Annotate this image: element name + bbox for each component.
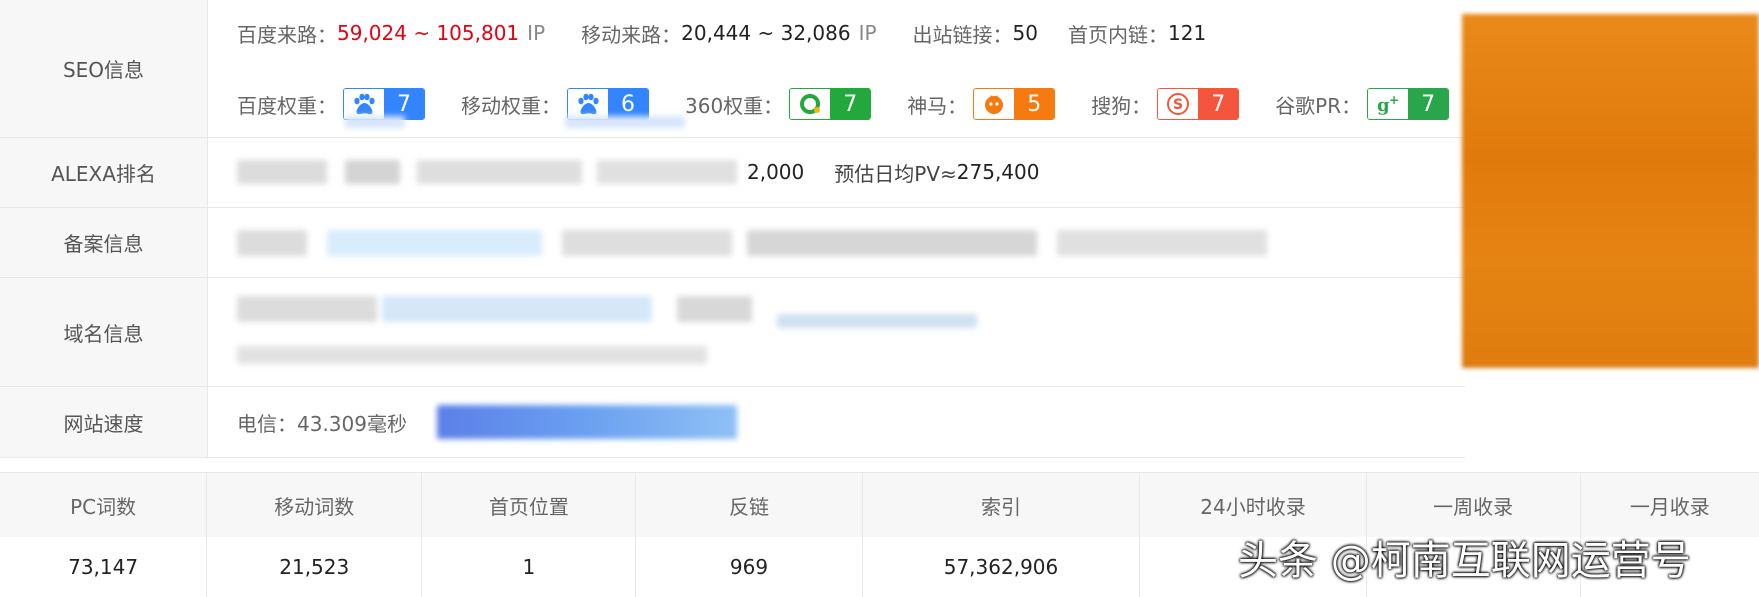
blurred-rank xyxy=(597,160,737,184)
site-thumbnail xyxy=(1462,14,1759,368)
stats-homepage-position: 1 xyxy=(422,537,637,597)
stats-header-index: 索引 xyxy=(863,473,1141,537)
blurred-link xyxy=(345,116,405,128)
stats-header-backlinks: 反链 xyxy=(636,473,863,537)
google-plus-icon: g + xyxy=(1368,89,1409,119)
google-pr-badge[interactable]: g + 7 xyxy=(1367,88,1450,120)
sogou-weight-label: 搜狗： xyxy=(1091,93,1152,118)
shenma-weight-badge[interactable]: 5 xyxy=(973,88,1056,120)
blurred-domain xyxy=(237,296,377,322)
alexa-line: 2,000 预估日均PV≈ 275,400 xyxy=(747,152,1079,192)
stats-mobile-words: 21,523 xyxy=(207,537,423,597)
outlinks-value: 50 xyxy=(1012,21,1038,45)
alexa-row: ALEXA排名 2,000 预估日均PV≈ 275,400 xyxy=(0,138,1465,208)
blurred-domain xyxy=(382,296,652,322)
homepage-links-label: 首页内链： xyxy=(1068,22,1168,47)
sogou-icon: S xyxy=(1158,89,1199,119)
svg-text:+: + xyxy=(1389,93,1399,107)
alexa-value: 2,000 xyxy=(747,160,805,184)
blurred-rank xyxy=(345,160,400,184)
mobile-traffic-value: 20,444 ~ 32,086 xyxy=(681,21,851,45)
baidu-traffic-label: 百度来路： xyxy=(237,22,337,47)
seo-label: SEO信息 xyxy=(0,0,208,137)
seo-traffic-line: 百度来路： 59,024 ~ 105,801 IP 移动来路： 20,444 ~… xyxy=(237,13,1246,53)
blurred-rank xyxy=(237,160,327,184)
360-weight-label: 360权重： xyxy=(685,93,784,118)
mobile-weight-value: 6 xyxy=(608,89,648,119)
mobile-weight-label: 移动权重： xyxy=(461,93,561,118)
shenma-icon xyxy=(974,89,1015,119)
blurred-icp xyxy=(747,230,1037,256)
stats-header-mobile-words: 移动词数 xyxy=(207,473,423,537)
seo-row: SEO信息 百度来路： 59,024 ~ 105,801 IP 移动来路： 20… xyxy=(0,0,1465,138)
sogou-weight-value: 7 xyxy=(1198,89,1239,119)
blurred-domain xyxy=(677,296,752,322)
domain-row: 域名信息 xyxy=(0,278,1465,387)
google-pr-value: 7 xyxy=(1408,89,1449,119)
360-weight-badge[interactable]: 7 xyxy=(789,88,872,120)
speed-line: 电信：43.309毫秒 xyxy=(237,402,407,442)
stats-pc-words: 73,147 xyxy=(0,537,208,597)
stats-index: 57,362,906 xyxy=(863,537,1141,597)
alexa-label: ALEXA排名 xyxy=(0,138,208,207)
mobile-traffic-unit: IP xyxy=(858,21,877,45)
homepage-links-value: 121 xyxy=(1168,21,1207,45)
svg-text:S: S xyxy=(1173,97,1183,113)
blurred-speed-bar xyxy=(437,405,737,439)
blurred-domain xyxy=(777,314,977,328)
pv-value: 275,400 xyxy=(956,160,1040,184)
outlinks-label: 出站链接： xyxy=(912,22,1013,47)
pv-label: 预估日均PV≈ xyxy=(834,161,957,186)
blurred-domain xyxy=(237,346,707,364)
icp-row: 备案信息 xyxy=(0,208,1465,278)
telecom-speed: 电信：43.309毫秒 xyxy=(237,411,407,436)
360-weight-value: 7 xyxy=(830,89,871,119)
stats-backlinks[interactable]: 969 xyxy=(636,537,863,597)
baidu-paw-icon xyxy=(568,89,608,119)
baidu-weight-value: 7 xyxy=(384,89,424,119)
sogou-weight-badge[interactable]: S 7 xyxy=(1157,88,1240,120)
domain-label: 域名信息 xyxy=(0,278,208,386)
icp-label: 备案信息 xyxy=(0,208,208,277)
blurred-icp xyxy=(327,230,542,256)
stats-header-homepage-position: 首页位置 xyxy=(422,473,637,537)
baidu-paw-icon xyxy=(344,89,384,119)
blurred-icp xyxy=(1057,230,1267,256)
360-icon xyxy=(790,89,831,119)
blurred-icp xyxy=(562,230,732,256)
stats-header-pc-words: PC词数 xyxy=(0,473,208,537)
speed-row: 网站速度 电信：43.309毫秒 xyxy=(0,387,1465,458)
baidu-weight-label: 百度权重： xyxy=(237,93,337,118)
seo-weights-line: 百度权重： 7 移动权重： 6 360权重： 7 神马： 5 搜狗： S 7 谷… xyxy=(237,84,1485,124)
watermark: 头条 @柯南互联网运营号 xyxy=(1238,538,1691,584)
blurred-link xyxy=(565,116,685,128)
speed-label: 网站速度 xyxy=(0,387,208,457)
baidu-traffic-value: 59,024 ~ 105,801 xyxy=(337,21,520,45)
blurred-icp xyxy=(237,230,307,256)
shenma-weight-value: 5 xyxy=(1014,89,1055,119)
mobile-traffic-label: 移动来路： xyxy=(581,22,682,47)
google-pr-label: 谷歌PR： xyxy=(1275,93,1362,118)
baidu-traffic-unit: IP xyxy=(527,21,546,45)
shenma-weight-label: 神马： xyxy=(907,93,968,118)
blurred-rank xyxy=(417,160,582,184)
